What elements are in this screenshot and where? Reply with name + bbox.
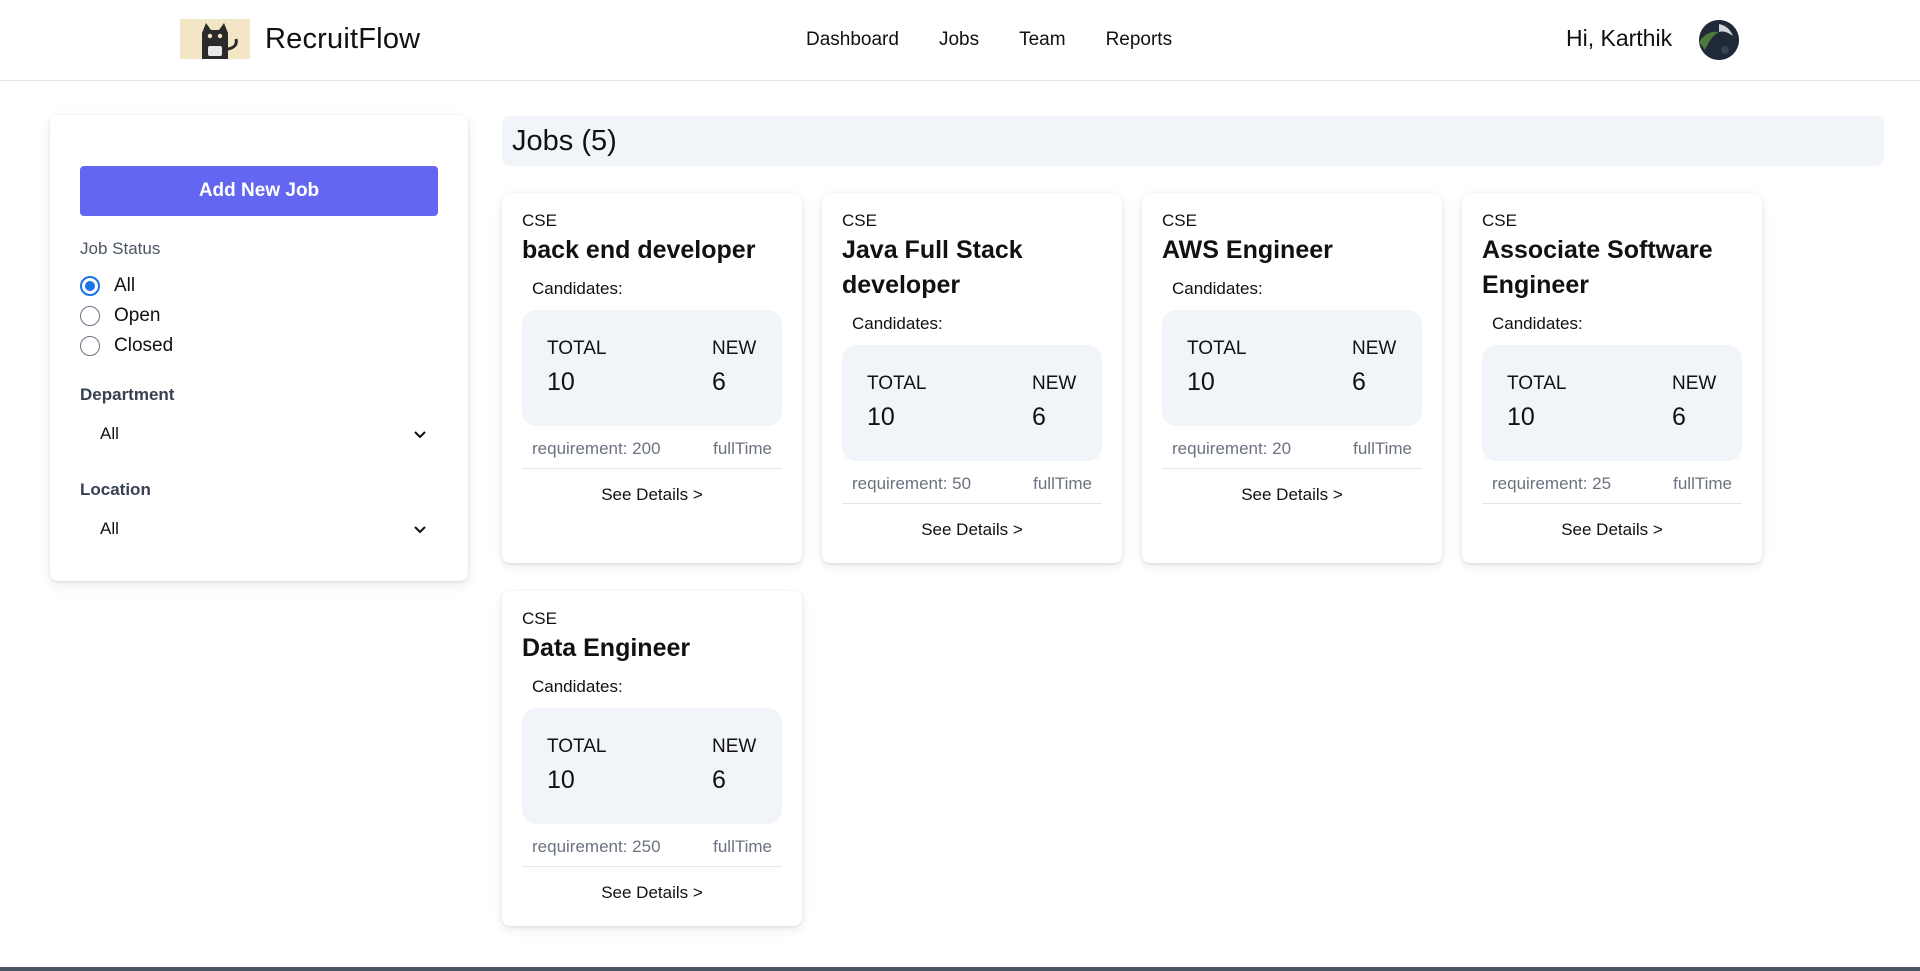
new-label: NEW bbox=[712, 736, 757, 757]
job-status-label: Job Status bbox=[80, 239, 161, 258]
jobs-heading: Jobs (5) bbox=[502, 116, 1884, 166]
candidate-stats: TOTAL NEW 10 6 bbox=[522, 310, 782, 426]
see-details-link[interactable]: See Details > bbox=[502, 883, 802, 903]
avatar[interactable] bbox=[1699, 20, 1739, 60]
candidate-stats: TOTAL NEW 10 6 bbox=[842, 345, 1102, 461]
job-card-java-full-stack-developer: CSE Java Full Stack developer Candidates… bbox=[822, 193, 1122, 563]
job-meta: requirement: 50 fullTime bbox=[842, 468, 1102, 504]
chevron-down-icon bbox=[414, 431, 426, 439]
candidates-label: Candidates: bbox=[852, 314, 943, 333]
main-nav: Dashboard Jobs Team Reports bbox=[806, 29, 1172, 51]
nav-team[interactable]: Team bbox=[1019, 29, 1065, 51]
job-title: Associate Software Engineer bbox=[1482, 236, 1713, 299]
total-label: TOTAL bbox=[1187, 338, 1247, 359]
job-meta: requirement: 20 fullTime bbox=[1162, 433, 1422, 469]
jobs-count-title: Jobs (5) bbox=[512, 124, 617, 157]
total-count: 10 bbox=[1507, 403, 1535, 431]
total-label: TOTAL bbox=[547, 338, 607, 359]
job-department: CSE bbox=[842, 211, 877, 230]
filter-sidebar: Add New Job Job Status All Open Closed D… bbox=[50, 115, 468, 581]
job-department: CSE bbox=[1482, 211, 1517, 230]
brand-name: RecruitFlow bbox=[265, 22, 421, 55]
see-details-link[interactable]: See Details > bbox=[1462, 520, 1762, 540]
total-count: 10 bbox=[547, 766, 575, 794]
total-count: 10 bbox=[547, 368, 575, 396]
employment-type: fullTime bbox=[713, 439, 772, 458]
job-card-back-end-developer: CSE back end developer Candidates: TOTAL… bbox=[502, 193, 802, 563]
job-title: AWS Engineer bbox=[1162, 236, 1333, 264]
radio-label: Open bbox=[114, 305, 161, 326]
nav-jobs[interactable]: Jobs bbox=[939, 29, 979, 51]
employment-type: fullTime bbox=[1353, 439, 1412, 458]
job-department: CSE bbox=[522, 211, 557, 230]
candidates-label: Candidates: bbox=[1172, 279, 1263, 298]
new-count: 6 bbox=[1032, 403, 1046, 431]
job-meta: requirement: 25 fullTime bbox=[1482, 468, 1742, 504]
user-greeting: Hi, Karthik bbox=[1566, 25, 1673, 51]
location-select[interactable]: All bbox=[80, 509, 438, 549]
radio-button[interactable] bbox=[80, 306, 100, 326]
new-count: 6 bbox=[1672, 403, 1686, 431]
location-label: Location bbox=[80, 480, 151, 499]
new-count: 6 bbox=[712, 766, 726, 794]
cat-logo-icon bbox=[180, 19, 250, 59]
total-count: 10 bbox=[867, 403, 895, 431]
new-count: 6 bbox=[712, 368, 726, 396]
radio-button-checked[interactable] bbox=[80, 276, 100, 296]
requirement-text: requirement: 200 bbox=[532, 439, 661, 458]
add-new-job-button[interactable]: Add New Job bbox=[80, 166, 438, 216]
nav-dashboard[interactable]: Dashboard bbox=[806, 29, 899, 51]
status-radio-closed[interactable]: Closed bbox=[80, 335, 173, 357]
employment-type: fullTime bbox=[1673, 474, 1732, 493]
department-value: All bbox=[100, 424, 119, 443]
job-department: CSE bbox=[1162, 211, 1197, 230]
radio-button[interactable] bbox=[80, 336, 100, 356]
see-details-link[interactable]: See Details > bbox=[822, 520, 1122, 540]
status-radio-all[interactable]: All bbox=[80, 275, 135, 297]
see-details-link[interactable]: See Details > bbox=[1142, 485, 1442, 505]
see-details-link[interactable]: See Details > bbox=[502, 485, 802, 505]
job-meta: requirement: 250 fullTime bbox=[522, 831, 782, 867]
candidates-label: Candidates: bbox=[1492, 314, 1583, 333]
job-meta: requirement: 200 fullTime bbox=[522, 433, 782, 469]
brand-link[interactable]: RecruitFlow bbox=[180, 19, 420, 59]
new-label: NEW bbox=[1032, 373, 1077, 394]
window-bottom-edge bbox=[0, 967, 1920, 971]
requirement-text: requirement: 50 bbox=[852, 474, 972, 493]
location-value: All bbox=[100, 519, 119, 538]
employment-type: fullTime bbox=[713, 837, 772, 856]
new-label: NEW bbox=[1352, 338, 1397, 359]
top-header: RecruitFlow Dashboard Jobs Team Reports … bbox=[0, 0, 1920, 81]
candidates-label: Candidates: bbox=[532, 279, 623, 298]
chevron-down-icon bbox=[414, 526, 426, 534]
job-title: Data Engineer bbox=[522, 634, 691, 662]
candidate-stats: TOTAL NEW 10 6 bbox=[522, 708, 782, 824]
job-card-data-engineer: CSE Data Engineer Candidates: TOTAL NEW … bbox=[502, 591, 802, 926]
requirement-text: requirement: 25 bbox=[1492, 474, 1612, 493]
total-label: TOTAL bbox=[1507, 373, 1567, 394]
new-label: NEW bbox=[1672, 373, 1717, 394]
total-label: TOTAL bbox=[867, 373, 927, 394]
department-select[interactable]: All bbox=[80, 414, 438, 454]
job-card-aws-engineer: CSE AWS Engineer Candidates: TOTAL NEW 1… bbox=[1142, 193, 1442, 563]
total-count: 10 bbox=[1187, 368, 1215, 396]
job-title: back end developer bbox=[522, 236, 756, 264]
new-count: 6 bbox=[1352, 368, 1366, 396]
radio-label: Closed bbox=[114, 335, 174, 356]
total-label: TOTAL bbox=[547, 736, 607, 757]
candidate-stats: TOTAL NEW 10 6 bbox=[1482, 345, 1742, 461]
job-card-associate-software-engineer: CSE Associate Software Engineer Candidat… bbox=[1462, 193, 1762, 563]
new-label: NEW bbox=[712, 338, 757, 359]
candidates-label: Candidates: bbox=[532, 677, 623, 696]
requirement-text: requirement: 20 bbox=[1172, 439, 1292, 458]
job-department: CSE bbox=[522, 609, 557, 628]
employment-type: fullTime bbox=[1033, 474, 1092, 493]
department-label: Department bbox=[80, 385, 175, 404]
candidate-stats: TOTAL NEW 10 6 bbox=[1162, 310, 1422, 426]
nav-reports[interactable]: Reports bbox=[1106, 29, 1173, 51]
requirement-text: requirement: 250 bbox=[532, 837, 661, 856]
status-radio-open[interactable]: Open bbox=[80, 305, 160, 327]
radio-label: All bbox=[114, 275, 136, 296]
job-title: Java Full Stack developer bbox=[842, 236, 1023, 299]
